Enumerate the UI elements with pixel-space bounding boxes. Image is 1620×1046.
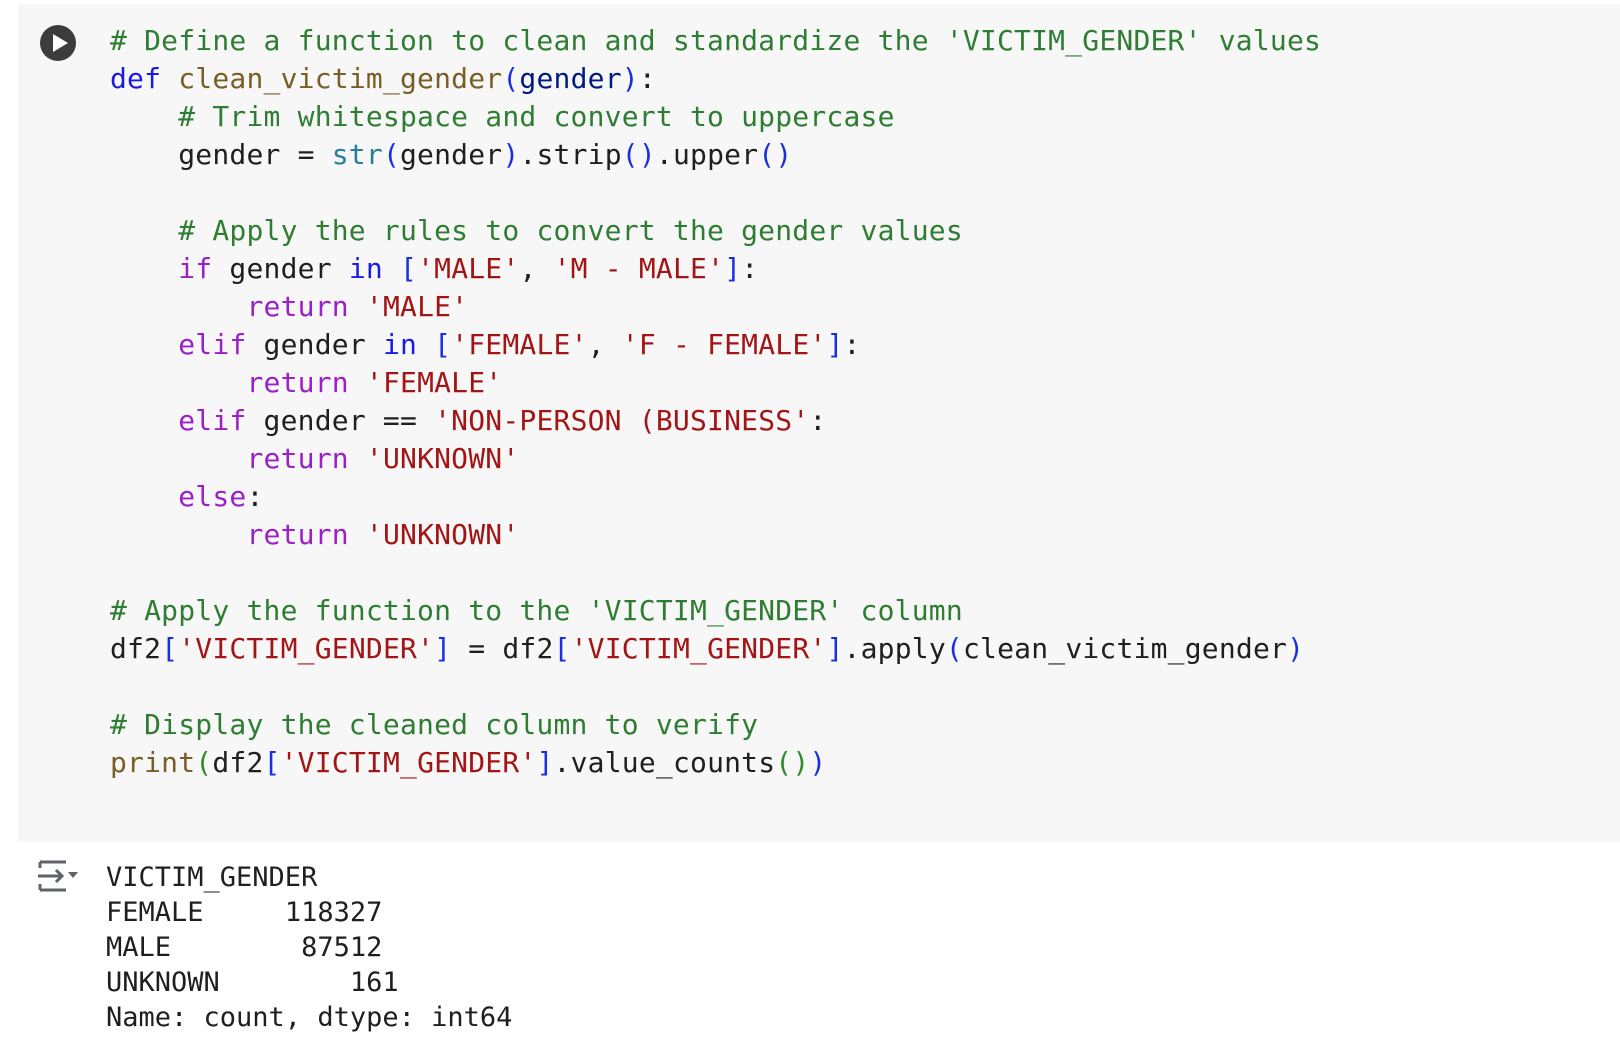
code-line: elif gender in ['FEMALE', 'F - FEMALE']: [178, 328, 861, 361]
run-cell-button[interactable] [40, 25, 76, 61]
code-line: # Apply the rules to convert the gender … [178, 214, 963, 247]
code-line: def clean_victim_gender(gender): [110, 62, 656, 95]
cell-output: VICTIM_GENDER FEMALE 118327 MALE 87512 U… [106, 860, 512, 1035]
code-line: return 'UNKNOWN' [246, 442, 520, 475]
code-cell[interactable]: # Define a function to clean and standar… [18, 4, 1620, 842]
code-line: else: [178, 480, 264, 513]
output-row: FEMALE 118327 [106, 897, 383, 928]
output-footer: Name: count, dtype: int64 [106, 1002, 513, 1033]
output-row: UNKNOWN 161 [106, 967, 399, 998]
code-line: # Trim whitespace and convert to upperca… [178, 100, 895, 133]
code-line: # Display the cleaned column to verify [110, 708, 759, 741]
output-toggle-icon[interactable] [36, 858, 80, 894]
code-line: if gender in ['MALE', 'M - MALE']: [178, 252, 759, 285]
output-header: VICTIM_GENDER [106, 862, 318, 893]
code-editor[interactable]: # Define a function to clean and standar… [110, 22, 1321, 782]
play-icon [53, 34, 68, 52]
code-line: gender = str(gender).strip().upper() [110, 138, 793, 171]
code-line: print(df2['VICTIM_GENDER'].value_counts(… [110, 746, 827, 779]
code-line: return 'MALE' [246, 290, 469, 323]
code-line: df2['VICTIM_GENDER'] = df2['VICTIM_GENDE… [110, 632, 1305, 665]
code-line: # Define a function to clean and standar… [110, 24, 1322, 57]
code-line: # Apply the function to the 'VICTIM_GEND… [110, 594, 963, 627]
code-line: elif gender == 'NON-PERSON (BUSINESS': [178, 404, 827, 437]
output-row: MALE 87512 [106, 932, 383, 963]
code-line: return 'FEMALE' [246, 366, 503, 399]
code-line: return 'UNKNOWN' [246, 518, 520, 551]
